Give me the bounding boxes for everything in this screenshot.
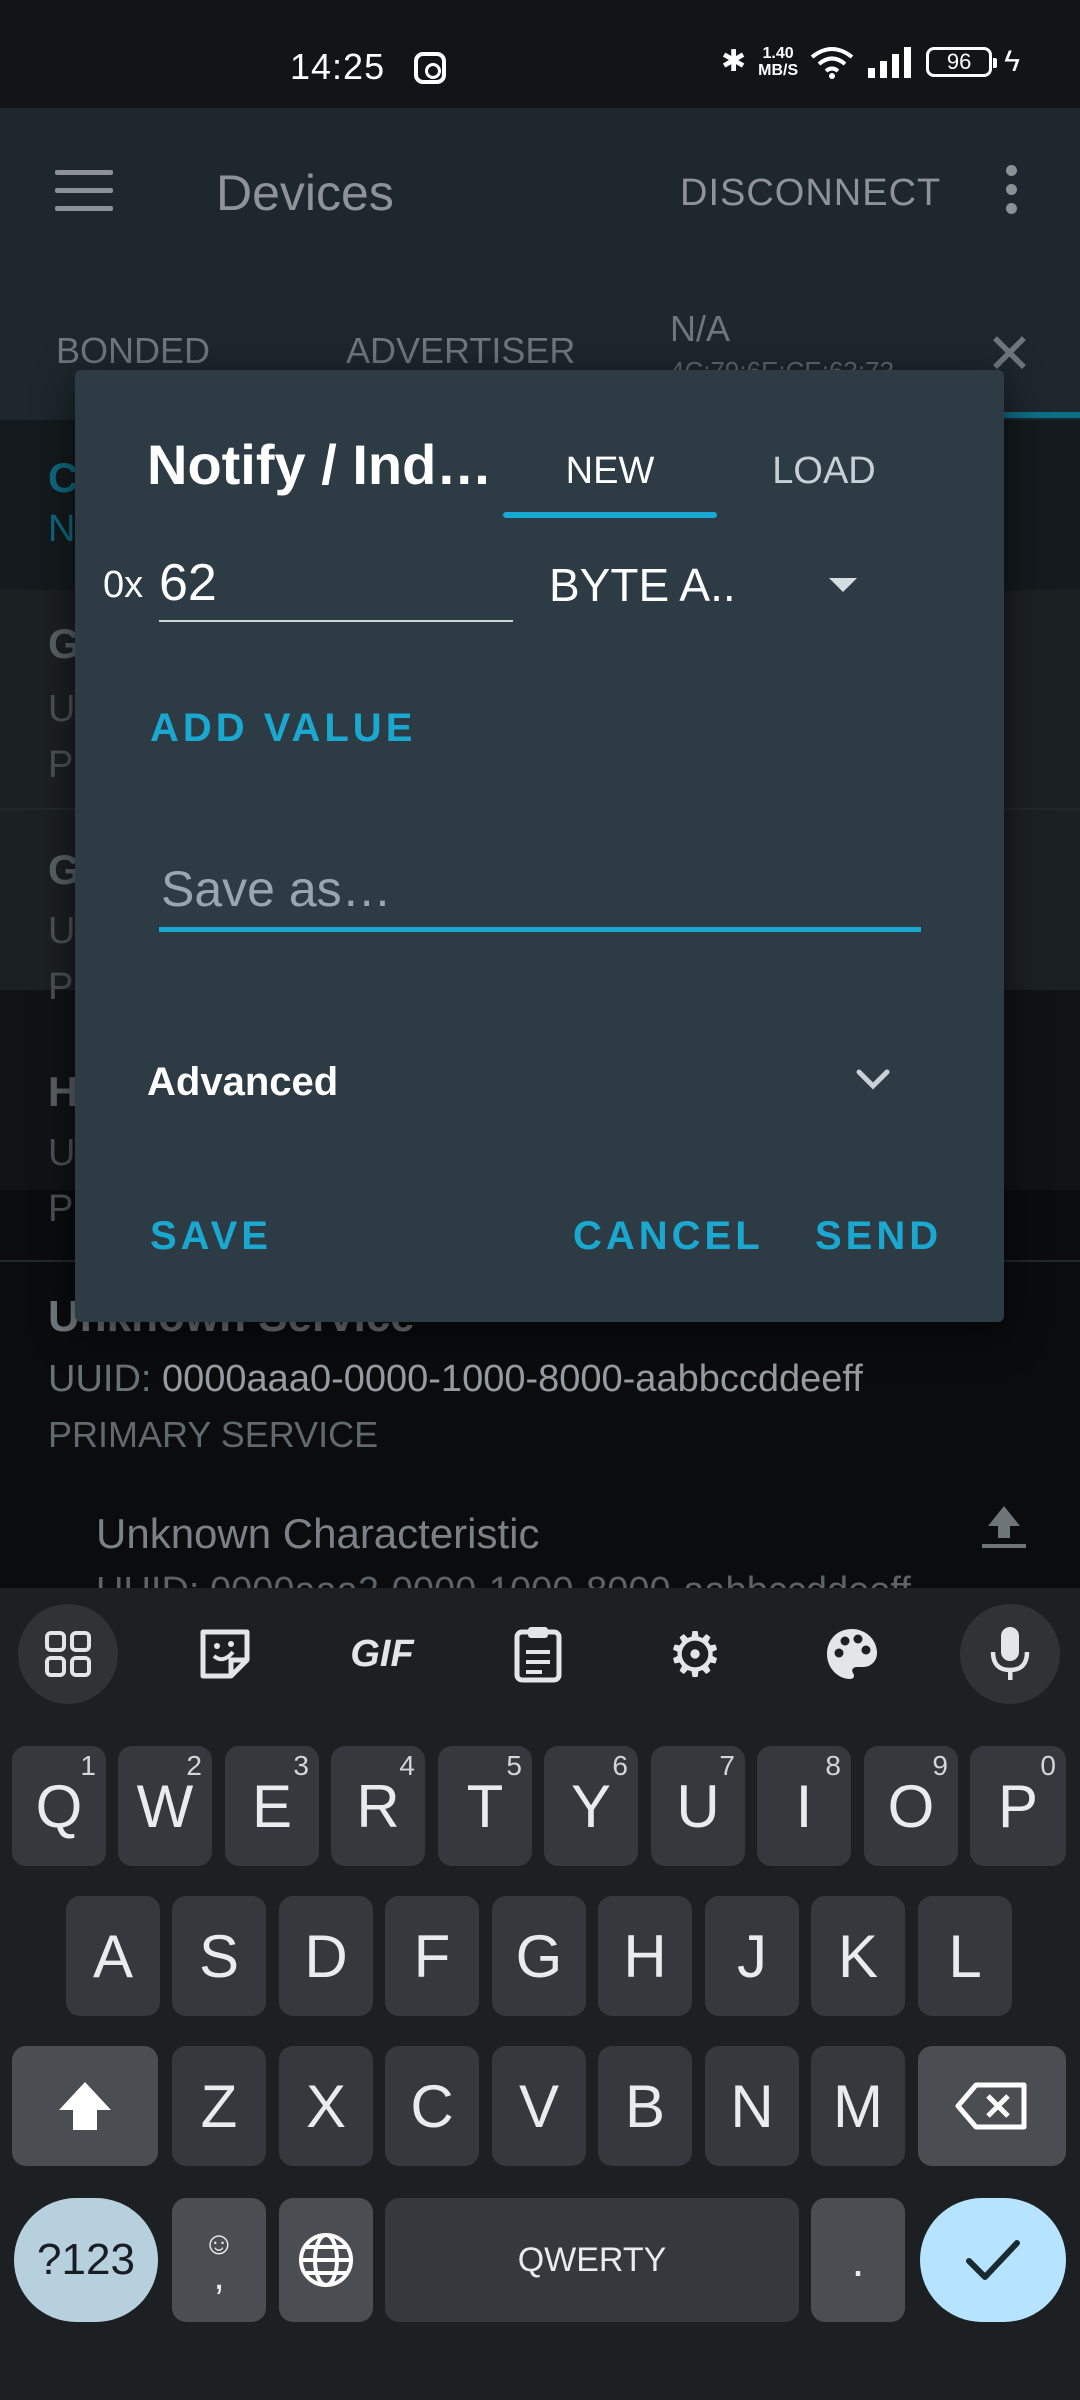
menu-icon[interactable]	[55, 170, 113, 212]
key-s[interactable]: S	[172, 1896, 266, 2016]
shift-icon	[59, 2082, 111, 2130]
key-l[interactable]: L	[918, 1896, 1012, 2016]
key-e[interactable]: E3	[225, 1746, 319, 1866]
network-speed-unit: MB/S	[758, 61, 799, 79]
instagram-notification-icon	[414, 52, 446, 84]
wifi-icon	[810, 46, 854, 79]
status-time: 14:25	[290, 46, 386, 87]
value-format-dropdown[interactable]: BYTE A..	[549, 550, 879, 626]
key-g[interactable]: G	[492, 1896, 586, 2016]
send-button[interactable]: SEND	[815, 1214, 942, 1259]
key-a[interactable]: A	[66, 1896, 160, 2016]
sticker-icon[interactable]	[175, 1604, 275, 1704]
list-item-letter: P	[48, 1188, 74, 1230]
check-icon	[966, 2240, 1020, 2280]
enter-key[interactable]	[920, 2198, 1066, 2322]
status-bar: 14:25 ✱ 1.40 MB/S 96 ϟ	[0, 0, 1080, 108]
apps-grid-icon[interactable]	[18, 1604, 118, 1704]
tab-new[interactable]: NEW	[503, 428, 717, 518]
key-u[interactable]: U7	[651, 1746, 745, 1866]
space-bar[interactable]: QWERTY	[385, 2198, 799, 2322]
key-d[interactable]: D	[279, 1896, 373, 2016]
key-h[interactable]: H	[598, 1896, 692, 2016]
battery-icon: 96	[926, 46, 998, 77]
dropdown-arrow-icon	[829, 578, 857, 592]
bluetooth-icon: ✱	[720, 45, 747, 78]
symbols-key[interactable]: ?123	[14, 2198, 158, 2322]
shift-key[interactable]	[12, 2046, 158, 2166]
save-as-input[interactable]	[159, 850, 921, 932]
chevron-down-icon[interactable]	[845, 1050, 901, 1106]
tab-bonded[interactable]: BONDED	[56, 330, 210, 372]
period-key[interactable]: .	[811, 2198, 905, 2322]
language-key[interactable]	[279, 2198, 373, 2322]
list-item-letter: N	[48, 508, 76, 550]
charging-icon: ϟ	[1004, 44, 1020, 78]
key-y[interactable]: Y6	[544, 1746, 638, 1866]
key-f[interactable]: F	[385, 1896, 479, 2016]
palette-icon[interactable]	[802, 1604, 902, 1704]
list-item-letter: C	[48, 454, 79, 501]
key-p[interactable]: P0	[970, 1746, 1066, 1866]
service-uuid-label: UUID:	[48, 1358, 152, 1400]
key-r[interactable]: R4	[331, 1746, 425, 1866]
key-w[interactable]: W2	[118, 1746, 212, 1866]
backspace-key[interactable]	[918, 2046, 1066, 2166]
key-k[interactable]: K	[811, 1896, 905, 2016]
disconnect-button[interactable]: DISCONNECT	[680, 172, 941, 215]
key-v[interactable]: V	[492, 2046, 586, 2166]
upload-icon[interactable]	[976, 1498, 1032, 1554]
keyboard-toolbar: GIF ⚙	[0, 1588, 1080, 1716]
service-uuid-value: 0000aaa0-0000-1000-8000-aabbccddeeff	[162, 1358, 863, 1400]
mic-icon[interactable]	[960, 1604, 1060, 1704]
value-format-label: BYTE A..	[549, 559, 736, 611]
key-b[interactable]: B	[598, 2046, 692, 2166]
emoji-comma-key[interactable]: ☺ ,	[172, 2198, 266, 2322]
add-value-button[interactable]: ADD VALUE	[150, 706, 416, 751]
settings-icon[interactable]: ⚙	[645, 1604, 745, 1704]
service-type: PRIMARY SERVICE	[48, 1414, 379, 1455]
key-t[interactable]: T5	[438, 1746, 532, 1866]
key-x[interactable]: X	[279, 2046, 373, 2166]
status-icons: ✱ 1.40 MB/S 96 ϟ	[721, 44, 1020, 79]
characteristic-title: Unknown Characteristic	[96, 1510, 540, 1557]
key-c[interactable]: C	[385, 2046, 479, 2166]
advanced-toggle[interactable]: Advanced	[147, 1060, 338, 1105]
key-j[interactable]: J	[705, 1896, 799, 2016]
tab-load[interactable]: LOAD	[717, 428, 931, 518]
signal-icon	[868, 46, 912, 78]
characteristic-uuid: UUID: 0000aaa2-0000-1000-8000-aabbccddee…	[96, 1570, 911, 1588]
save-button[interactable]: SAVE	[150, 1214, 272, 1259]
tab-device-name[interactable]: N/A	[670, 308, 730, 350]
soft-keyboard: GIF ⚙ Q1 W2 E 3 R 4 T 5 Y 6 U 7 I 8 O 9 …	[0, 1588, 1080, 2400]
list-item-letter: P	[48, 966, 74, 1008]
clipboard-icon[interactable]	[488, 1604, 588, 1704]
key-o[interactable]: O9	[864, 1746, 958, 1866]
cancel-button[interactable]: CANCEL	[573, 1214, 764, 1259]
list-item-letter: U	[48, 1132, 76, 1174]
gif-icon[interactable]: GIF	[332, 1604, 432, 1704]
value-input[interactable]	[159, 546, 513, 622]
key-i[interactable]: I8	[757, 1746, 851, 1866]
list-item-letter: H	[48, 1068, 79, 1115]
key-q[interactable]: Q1	[12, 1746, 106, 1866]
key-z[interactable]: Z	[172, 2046, 266, 2166]
more-options-icon[interactable]	[1006, 165, 1020, 221]
list-item-letter: U	[48, 910, 76, 952]
list-item-letter: P	[48, 744, 74, 786]
list-item-letter: U	[48, 688, 76, 730]
dialog-title: Notify / Ind…	[147, 433, 493, 496]
key-n[interactable]: N	[705, 2046, 799, 2166]
hex-prefix: 0x	[103, 564, 144, 606]
tab-advertiser[interactable]: ADVERTISER	[346, 330, 575, 372]
key-m[interactable]: M	[811, 2046, 905, 2166]
globe-icon	[299, 2233, 353, 2287]
service-uuid: UUID: 0000aaa0-0000-1000-8000-aabbccddee…	[48, 1358, 863, 1401]
page-title: Devices	[216, 165, 394, 221]
comma-label: ,	[213, 2254, 225, 2298]
network-speed: 1.40 MB/S	[758, 45, 798, 79]
network-speed-value: 1.40	[762, 44, 794, 62]
notify-dialog: Notify / Ind… NEW LOAD 0x BYTE A.. ADD V…	[75, 370, 1004, 1322]
backspace-icon	[955, 2082, 1027, 2130]
